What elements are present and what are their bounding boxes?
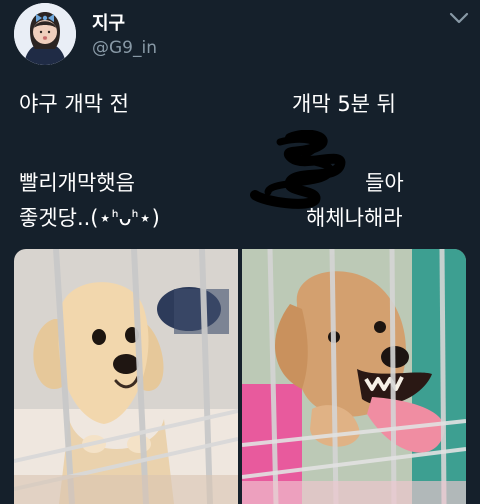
before-title: 야구 개막 전	[19, 92, 129, 116]
avatar[interactable]	[14, 3, 76, 65]
puppy-after-illustration	[242, 249, 466, 504]
before-line-1: 빨리개막햇음	[19, 171, 135, 195]
after-title: 개막 5분 뒤	[292, 92, 396, 116]
puppy-before-illustration	[14, 249, 238, 504]
display-name[interactable]: 지구	[92, 9, 125, 35]
chevron-down-icon[interactable]	[449, 10, 469, 24]
scribble-redaction	[250, 129, 360, 210]
before-line-2: 좋겟당..(⋆ᑋᴗᑋ⋆)	[19, 206, 160, 230]
tweet-header: 지구 @G9_in	[0, 0, 480, 70]
after-line-1: 들아	[365, 171, 404, 195]
user-handle[interactable]: @G9_in	[92, 38, 157, 58]
tweet-media[interactable]	[14, 249, 466, 504]
puppy-before-photo[interactable]	[14, 249, 238, 504]
avatar-image	[14, 3, 76, 65]
puppy-after-photo[interactable]	[242, 249, 466, 504]
